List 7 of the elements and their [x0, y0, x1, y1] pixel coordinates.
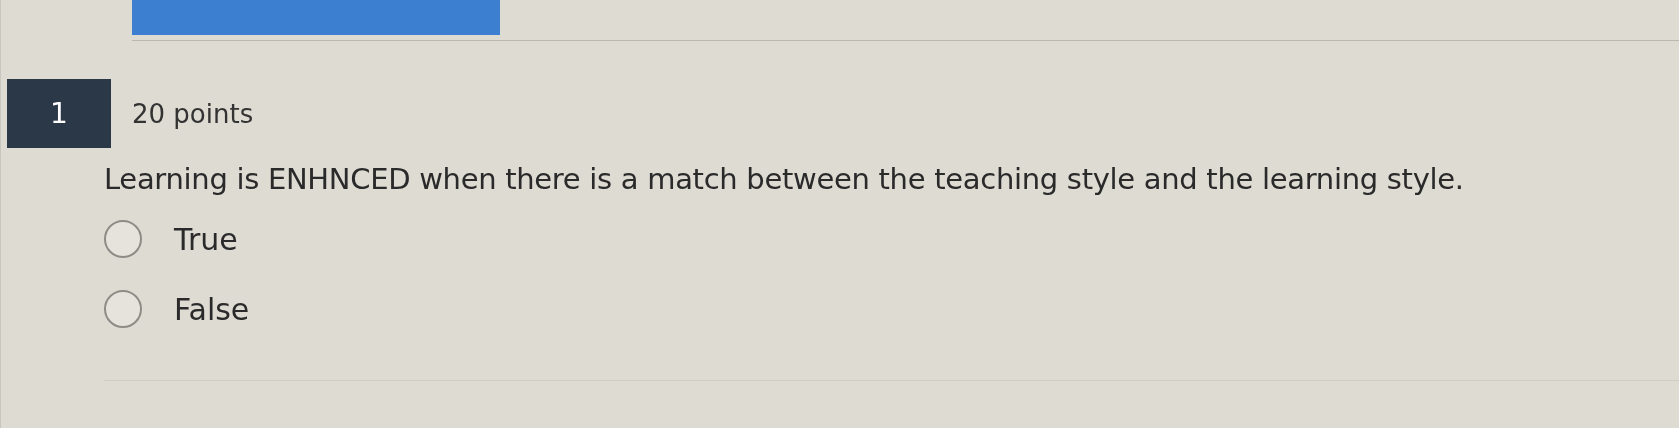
- points-label: 20 points: [132, 98, 254, 129]
- radio-button[interactable]: [104, 290, 142, 328]
- question-number: 1: [7, 79, 111, 148]
- option-label[interactable]: False: [174, 291, 250, 327]
- question-text: Learning is ENHNCED when there is a match between the teaching style and the learning style.: [104, 162, 1464, 196]
- radio-button[interactable]: [104, 220, 142, 258]
- option-label[interactable]: True: [174, 221, 238, 257]
